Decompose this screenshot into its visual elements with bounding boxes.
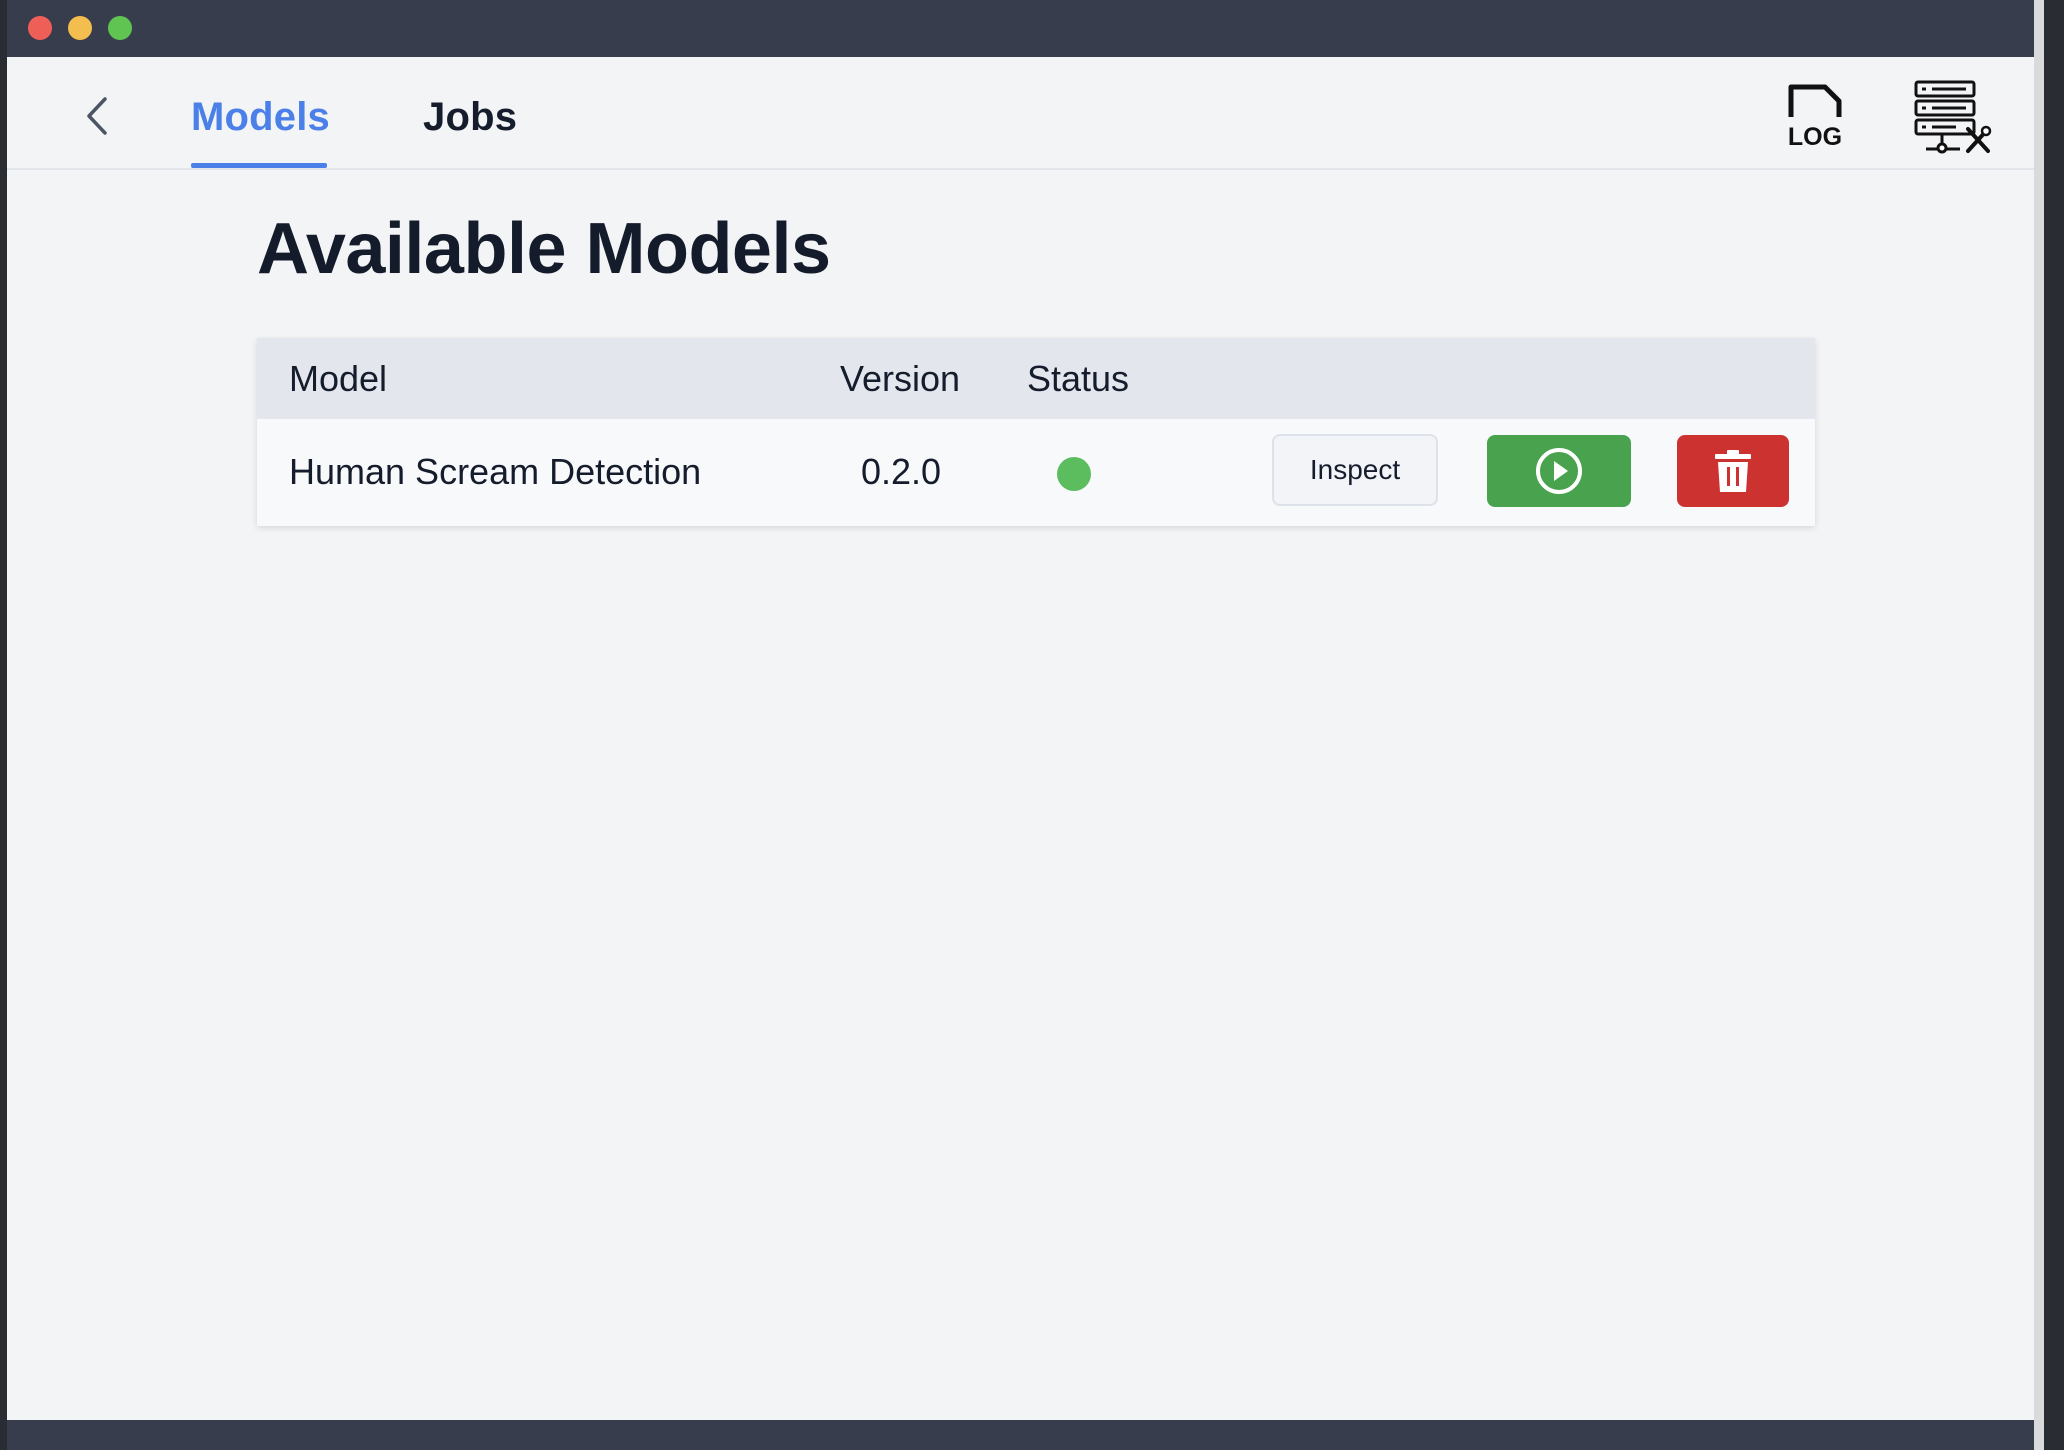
column-header-version: Version [840, 358, 961, 399]
back-button[interactable] [77, 93, 117, 139]
active-tab-indicator [191, 163, 327, 168]
column-header-model: Model [289, 358, 388, 399]
app-window: Models Jobs LOG Available Models Model V… [7, 0, 2034, 1450]
top-nav: Models Jobs LOG [7, 57, 2034, 170]
model-name: Human Scream Detection [289, 451, 702, 492]
close-window-button[interactable] [28, 16, 52, 40]
log-file-icon: LOG [1788, 84, 1842, 151]
delete-model-button[interactable] [1677, 435, 1789, 507]
tab-jobs[interactable]: Jobs [423, 95, 517, 140]
scrollbar-track[interactable] [2034, 0, 2044, 1450]
table-row: Human Scream Detection 0.2.0 Inspect [257, 419, 1815, 526]
inspect-button[interactable]: Inspect [1272, 434, 1438, 506]
chevron-left-icon [87, 97, 107, 135]
status-indicator [1057, 457, 1091, 491]
window-edge [2034, 0, 2064, 1450]
server-settings-button[interactable] [1912, 79, 1992, 155]
log-button[interactable]: LOG [1785, 83, 1845, 151]
model-version: 0.2.0 [861, 451, 942, 492]
run-model-button[interactable] [1487, 435, 1631, 507]
column-header-status: Status [1027, 358, 1130, 399]
minimize-window-button[interactable] [68, 16, 92, 40]
bottom-bar [7, 1420, 2034, 1450]
models-table: Model Version Status Human Scream Detect… [257, 338, 1815, 526]
tab-models[interactable]: Models [191, 95, 330, 140]
maximize-window-button[interactable] [108, 16, 132, 40]
play-circle-icon [1536, 448, 1582, 494]
server-tools-icon [1914, 80, 1992, 154]
title-bar [7, 0, 2034, 57]
trash-icon [1715, 450, 1751, 492]
log-icon-label: LOG [1788, 123, 1842, 149]
table-header: Model Version Status [257, 338, 1815, 419]
page-title: Available Models [257, 209, 831, 289]
